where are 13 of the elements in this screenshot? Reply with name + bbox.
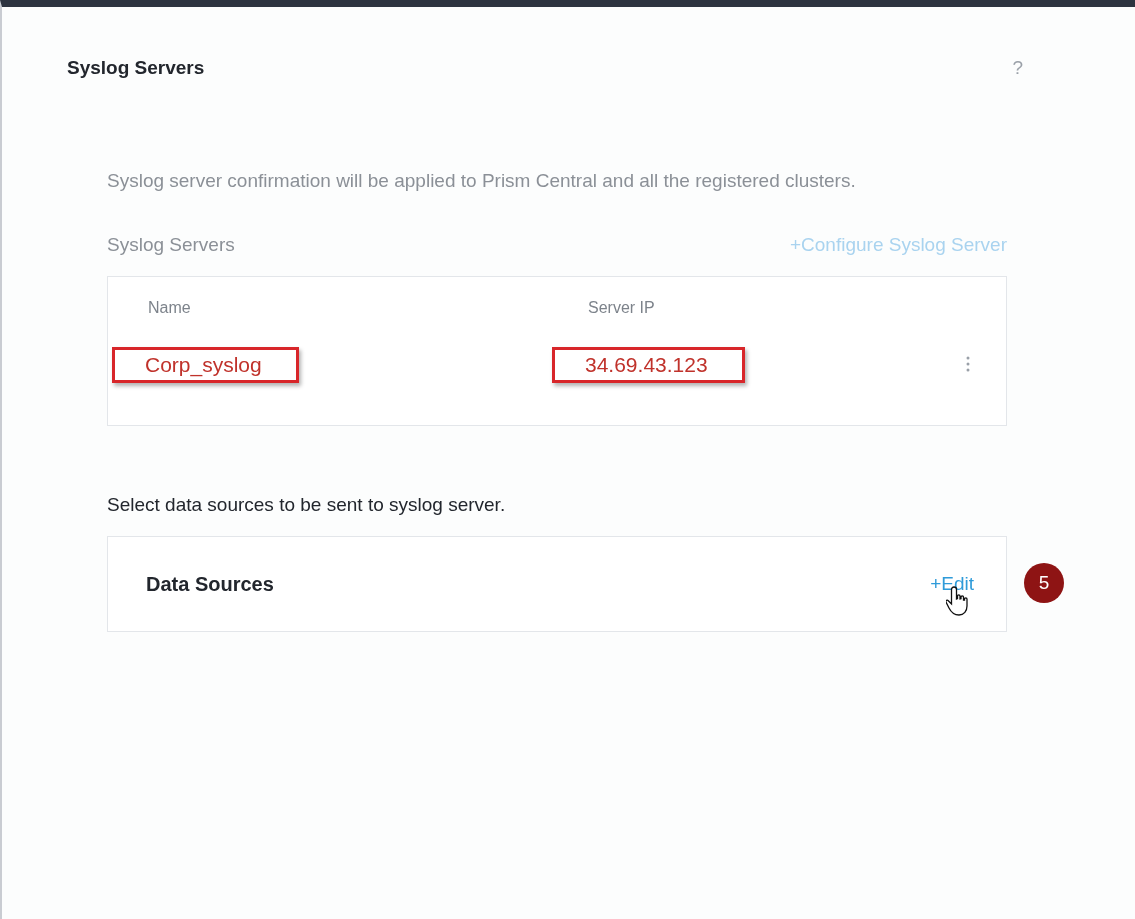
column-header: Server IP — [588, 299, 656, 317]
table-cell: 34.69.43.123 — [552, 347, 745, 383]
description-text: Syslog server confirmation will be applied to Prism Central and all the registered clusters. — [107, 169, 857, 193]
configure-link[interactable]: +Configure Syslog Server — [789, 234, 1007, 256]
prompt-text: Select data sources to be sent to syslog server. — [107, 494, 507, 516]
table-cell: Corp_syslog — [112, 347, 299, 383]
help-icon[interactable]: ? — [1012, 57, 1023, 79]
dialog-title: Syslog Servers — [67, 57, 205, 79]
edit-link[interactable]: +Edit — [930, 573, 974, 595]
column-header: Name — [148, 299, 192, 317]
panel-title: Data Sources — [146, 572, 274, 596]
section-label: Syslog Servers — [107, 234, 235, 256]
step-badge: 5 — [1024, 563, 1064, 603]
